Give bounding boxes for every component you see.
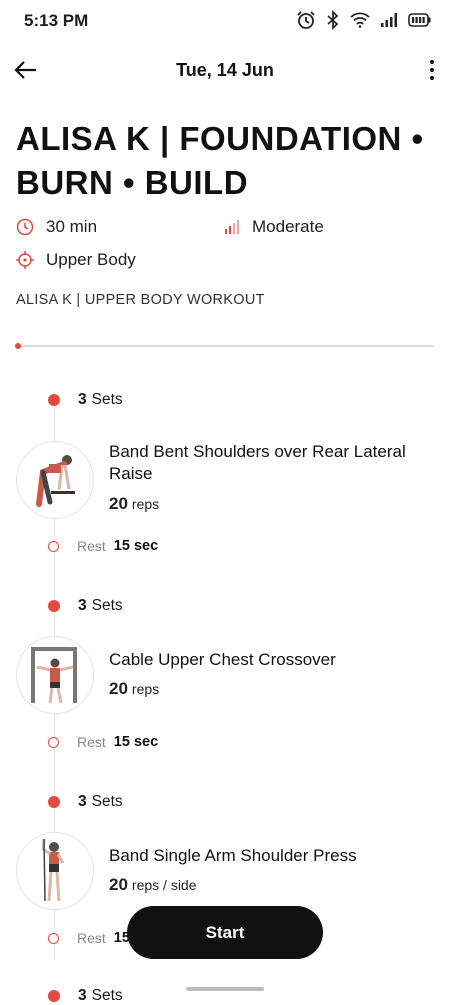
set-dot — [48, 796, 60, 808]
sets-count: 3 — [78, 391, 87, 408]
band-press-figure-icon — [41, 838, 65, 902]
bluetooth-icon — [327, 10, 339, 30]
exercise-figure-icon — [36, 455, 75, 507]
rest-value: 15 sec — [113, 538, 159, 554]
more-options-button[interactable] — [426, 56, 438, 84]
rest-label: Rest — [77, 538, 106, 554]
rest-label: Rest — [77, 734, 106, 750]
home-indicator — [186, 987, 264, 991]
rest-label: Rest — [77, 930, 106, 946]
status-time: 5:13 PM — [24, 11, 89, 30]
signal-icon — [381, 13, 397, 27]
reps-unit: reps — [131, 496, 160, 512]
intensity-value: Moderate — [252, 217, 324, 236]
sets-count: 3 — [78, 793, 87, 810]
rest-dot — [48, 932, 59, 944]
exercise-name: Band Bent Shoulders over Rear Lateral Ra… — [109, 442, 406, 483]
rest-value: 15 sec — [113, 734, 159, 750]
battery-icon — [408, 13, 431, 27]
workout-subtitle: ALISA K | UPPER BODY WORKOUT — [16, 292, 265, 308]
exercise-name: Band Single Arm Shoulder Press — [109, 846, 357, 865]
start-workout-button[interactable]: Start — [127, 906, 323, 959]
clock-icon — [16, 218, 34, 236]
exercise-thumbnail — [16, 636, 94, 714]
reps-count: 20 — [109, 494, 128, 513]
reps-count: 20 — [109, 679, 128, 698]
signal-bars-icon — [225, 220, 239, 234]
exercise-reps: 20 reps — [109, 494, 159, 514]
exercise-card[interactable]: Band Single Arm Shoulder Press 20 reps / … — [16, 832, 436, 912]
status-icons — [296, 10, 432, 30]
progress-indicator — [15, 343, 21, 349]
sets-label: Sets — [91, 391, 123, 408]
rest-dot — [48, 736, 59, 748]
more-vertical-icon — [430, 60, 434, 64]
workout-title: ALISA K | FOUNDATION • BURN • BUILD — [16, 120, 424, 201]
exercise-card[interactable]: Band Bent Shoulders over Rear Lateral Ra… — [16, 441, 436, 521]
duration-row: 30 min — [16, 217, 97, 237]
exercise-reps: 20 reps / side — [109, 875, 197, 895]
focus-value: Upper Body — [46, 250, 136, 269]
wifi-icon — [350, 12, 370, 28]
exercise-card[interactable]: Cable Upper Chest Crossover 20 reps — [16, 636, 436, 716]
app-bar: Tue, 14 Jun — [0, 48, 450, 92]
set-dot — [48, 394, 60, 406]
sets-count: 3 — [78, 987, 87, 1004]
exercise-thumbnail — [16, 832, 94, 910]
exercise-name: Cable Upper Chest Crossover — [109, 650, 336, 669]
rest-row: Rest 15 sec — [48, 734, 158, 750]
rest-row: Rest 15 sec — [48, 538, 158, 554]
set-dot — [48, 990, 60, 1002]
duration-value: 30 min — [46, 217, 98, 236]
exercise-reps: 20 reps — [109, 679, 159, 699]
cable-machine-figure-icon — [31, 647, 77, 704]
sets-label: Sets — [91, 987, 123, 1004]
reps-unit: reps / side — [131, 877, 197, 893]
intensity-row: Moderate — [224, 217, 324, 237]
sets-indicator: 3 Sets — [48, 987, 123, 1005]
sets-label: Sets — [91, 793, 123, 810]
sets-indicator: 3 Sets — [48, 597, 123, 615]
rest-dot — [48, 540, 59, 552]
sets-label: Sets — [91, 597, 123, 614]
sets-indicator: 3 Sets — [48, 391, 123, 409]
progress-track — [16, 345, 434, 347]
alarm-icon — [297, 11, 315, 29]
header-date: Tue, 14 Jun — [176, 60, 274, 80]
exercise-thumbnail — [16, 441, 94, 519]
focus-row: Upper Body — [16, 250, 136, 270]
reps-unit: reps — [131, 681, 160, 697]
reps-count: 20 — [109, 875, 128, 894]
target-icon — [16, 251, 34, 269]
sets-indicator: 3 Sets — [48, 793, 123, 811]
set-dot — [48, 600, 60, 612]
status-bar: 5:13 PM — [0, 0, 450, 44]
sets-count: 3 — [78, 597, 87, 614]
